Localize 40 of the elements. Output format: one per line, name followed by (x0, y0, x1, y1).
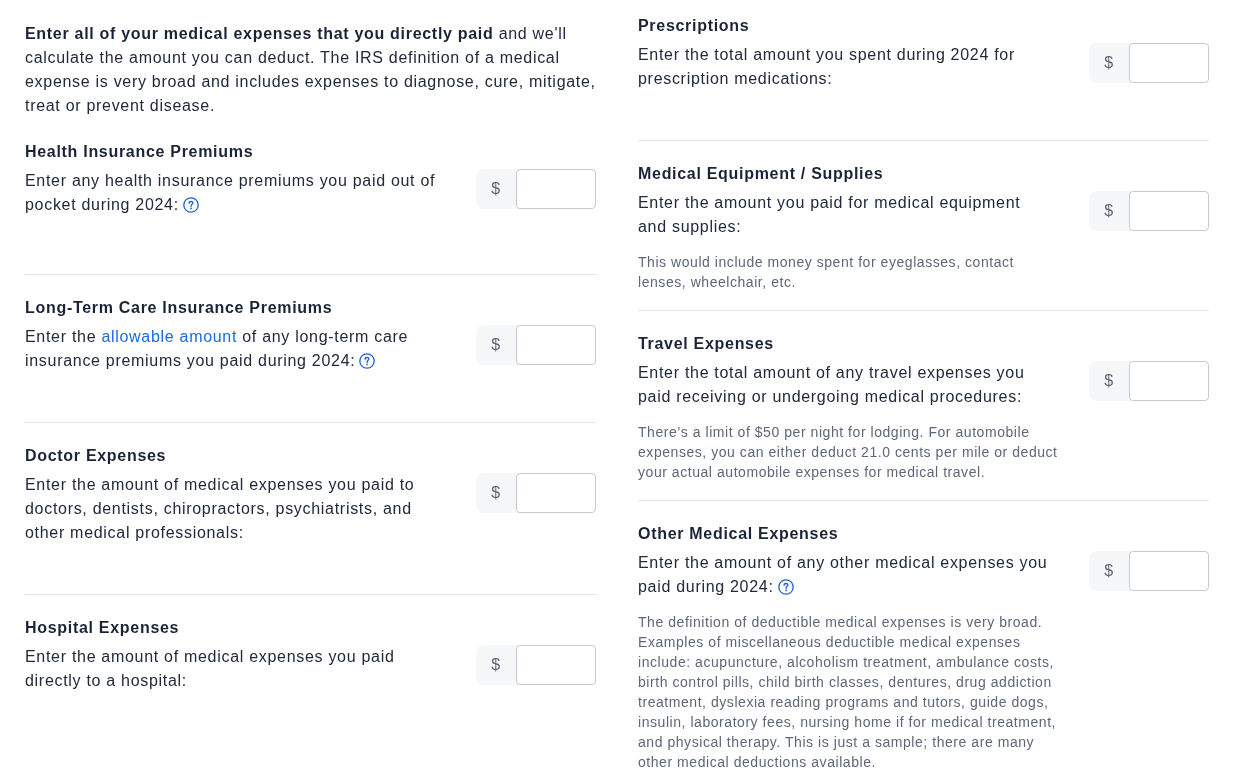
currency-prefix: $ (1103, 201, 1115, 221)
section-heading: Prescriptions (638, 16, 751, 36)
section-heading: Other Medical Expenses (638, 524, 840, 544)
currency-prefix: $ (1103, 53, 1115, 73)
intro-text: Enter all of your medical expenses that you directly paid and we'll calculate the amount you can deduct. The IRS definition of a medical expense is very broad and includes expenses to diagnose, cure, mitigate, treat or prevent disease. (25, 24, 596, 116)
field-note: This would include money spent for eyeglasses, contact lenses, wheelchair, etc. (638, 253, 1015, 292)
amount-input[interactable] (516, 325, 596, 365)
currency-prefix: $ (490, 655, 502, 675)
section-heading: Travel Expenses (638, 334, 775, 354)
help-icon[interactable] (359, 353, 376, 369)
section-heading: Health Insurance Premiums (25, 142, 255, 162)
field-note: The definition of deductible medical expenses is very broad. Examples of miscellaneous deductible medical expenses include: acupuncture, alcoholism treatment, ambulance costs, birth control pills, child birth classes, dentures, drug addiction treatment, dyslexia reading programs and tutors, guide dogs, insulin, laboratory fees, nursing home if for medical treatment, and physical therapy. This is just a sample; there are many other medical deductions available. (638, 613, 1058, 772)
help-icon[interactable] (777, 579, 794, 595)
field-description: Enter the allowable amount of any long-term care insurance premiums you paid during 2024: (25, 328, 409, 369)
currency-prefix: $ (490, 335, 502, 355)
field-note: There’s a limit of $50 per night for lodging. For automobile expenses, you can either deduct 21.0 cents per mile or deduct your actual automobile expenses for medical travel. (638, 423, 1059, 482)
amount-input[interactable] (516, 473, 596, 513)
help-icon[interactable] (182, 197, 199, 213)
section-heading: Hospital Expenses (25, 618, 181, 638)
field-description: Enter the total amount of any travel expenses you paid receiving or undergoing medical procedures: (638, 364, 1025, 405)
amount-input[interactable] (1129, 191, 1209, 231)
field-description: Enter any health insurance premiums you paid out of pocket during 2024: (25, 172, 436, 213)
currency-prefix: $ (1103, 561, 1115, 581)
currency-prefix: $ (490, 483, 502, 503)
amount-input[interactable] (516, 645, 596, 685)
field-description: Enter the total amount you spent during 2024 for prescription medications: (638, 46, 1015, 87)
section-heading: Medical Equipment / Supplies (638, 164, 885, 184)
field-description: Enter the amount of any other medical expenses you paid during 2024: (638, 554, 1048, 595)
amount-input[interactable] (1129, 551, 1209, 591)
currency-prefix: $ (1103, 371, 1115, 391)
amount-input[interactable] (516, 169, 596, 209)
amount-input[interactable] (1129, 43, 1209, 83)
field-description: Enter the amount you paid for medical equipment and supplies: (638, 194, 1021, 235)
section-heading: Long-Term Care Insurance Premiums (25, 298, 334, 318)
text-link[interactable]: allowable amount (101, 328, 238, 345)
field-description: Enter the amount of medical expenses you paid to doctors, dentists, chiropractors, psychiatrists, and other medical professionals: (25, 476, 415, 541)
section-heading: Doctor Expenses (25, 446, 168, 466)
field-description: Enter the amount of medical expenses you paid directly to a hospital: (25, 648, 395, 689)
currency-prefix: $ (490, 179, 502, 199)
amount-input[interactable] (1129, 361, 1209, 401)
